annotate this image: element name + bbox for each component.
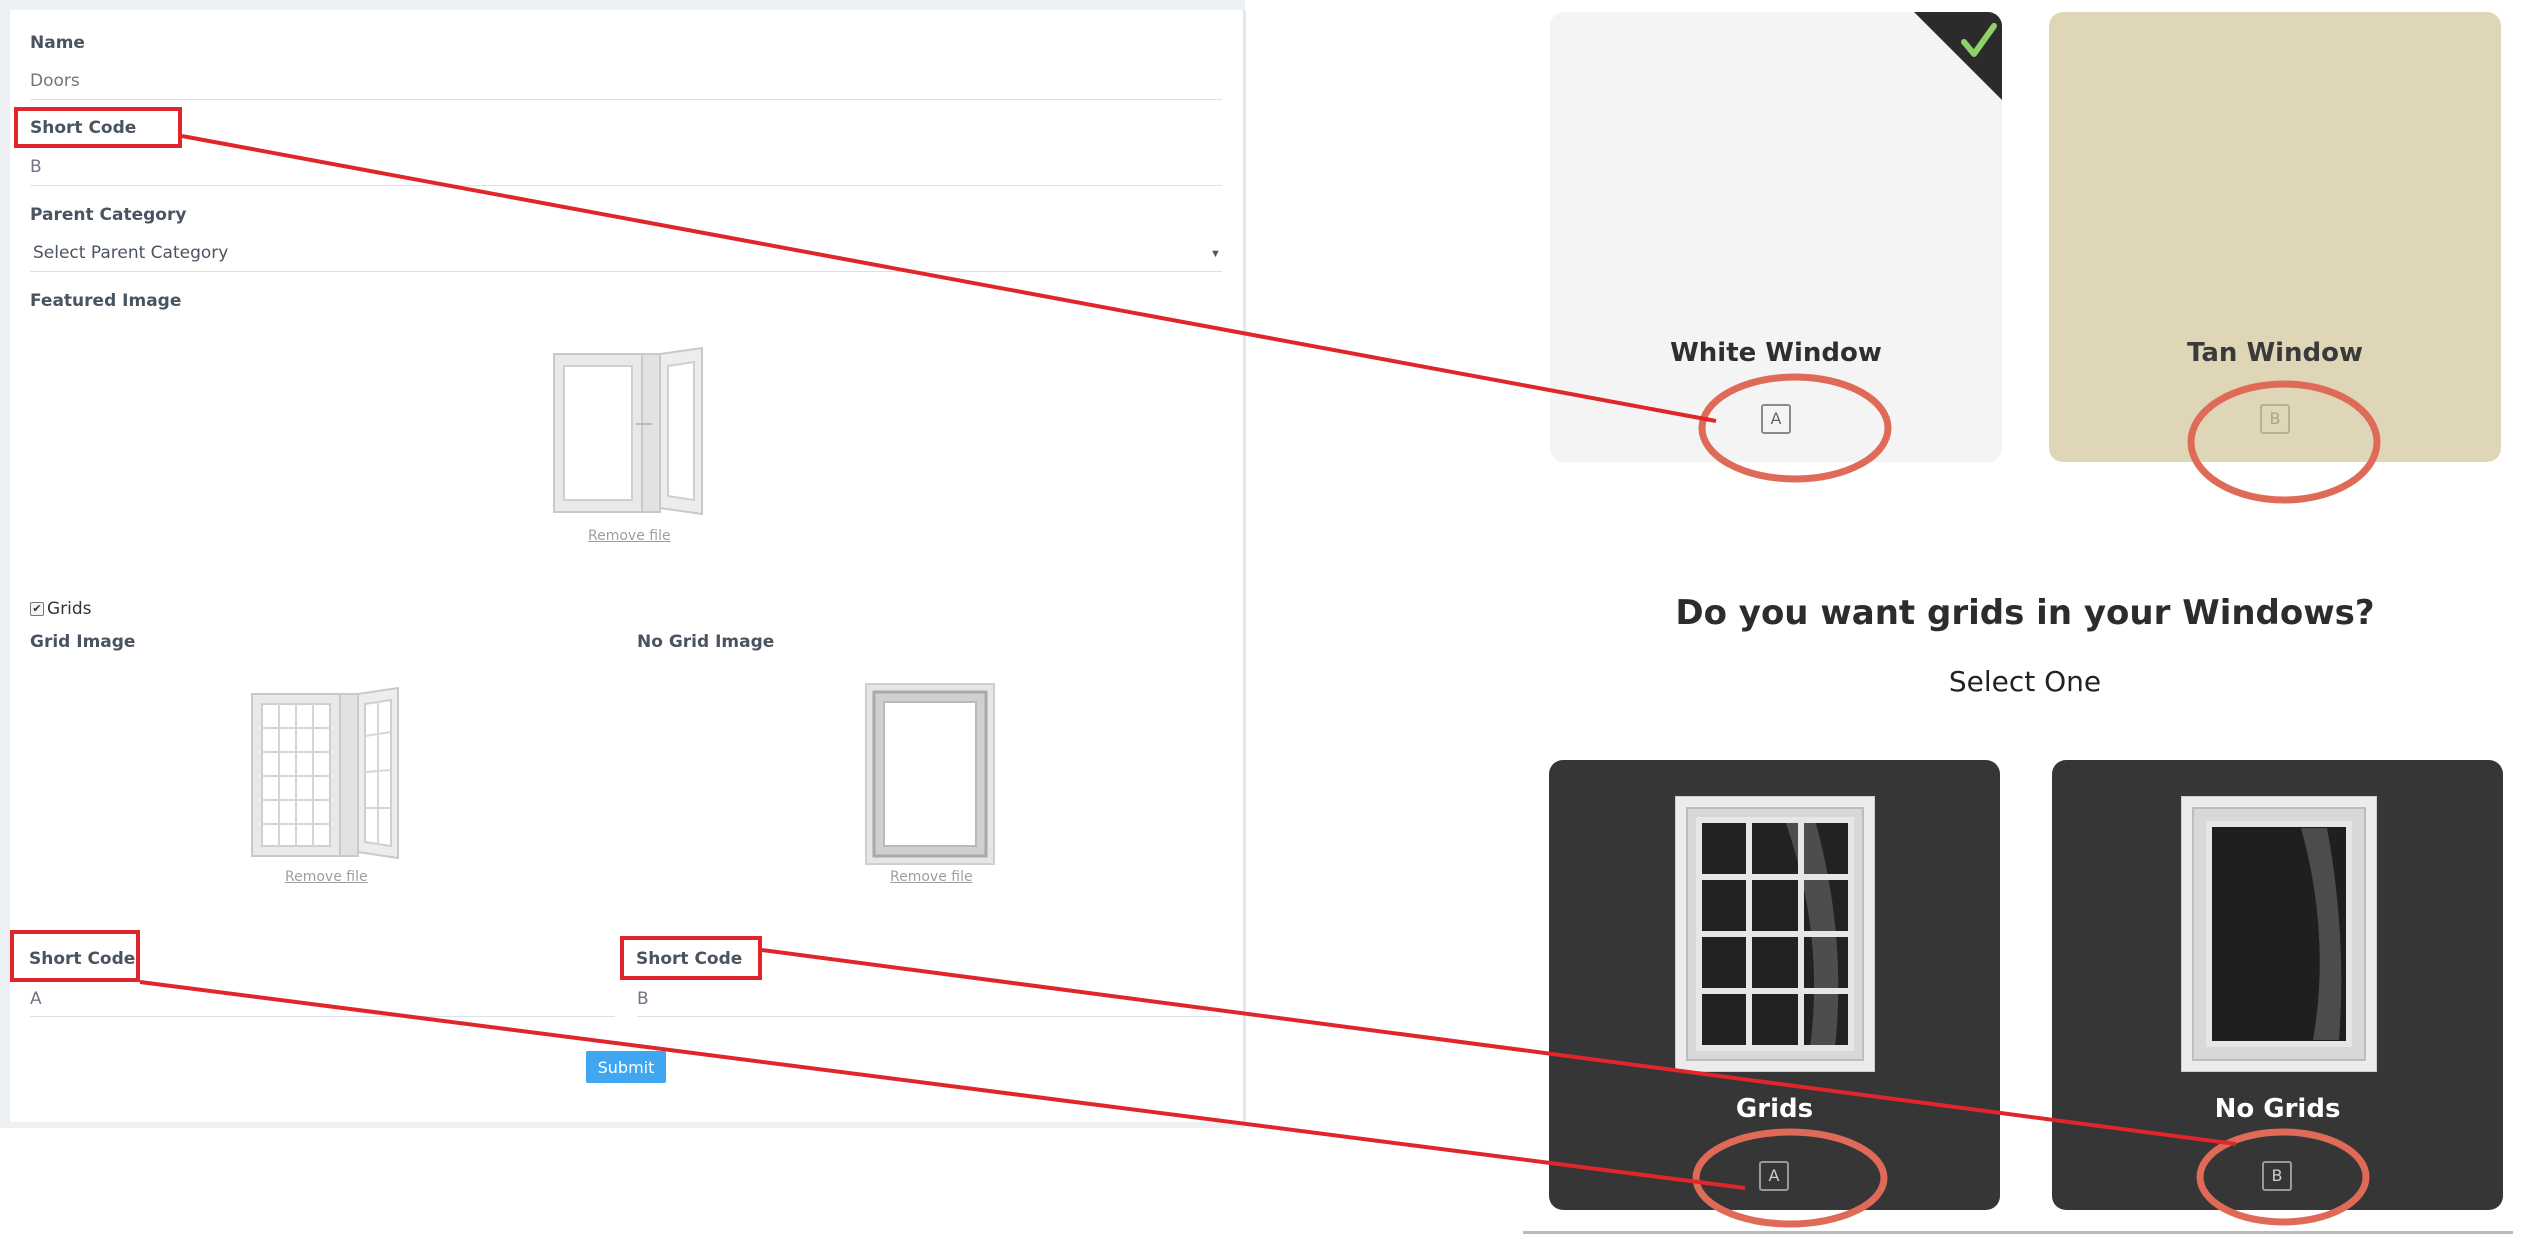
short-code-label: Short Code	[30, 118, 137, 138]
tan-window-title: Tan Window	[2186, 338, 2364, 368]
grids-checkbox[interactable]: ✔	[30, 602, 44, 616]
tan-window-option[interactable]: Tan Window B	[2049, 12, 2501, 462]
short-code-underline	[30, 185, 1222, 186]
grid-image-label: Grid Image	[30, 632, 136, 652]
grids-question-heading: Do you want grids in your Windows?	[1675, 593, 2375, 633]
white-window-option[interactable]: White Window A	[1550, 12, 2002, 462]
grids-checkbox-label: Grids	[47, 599, 92, 619]
name-label: Name	[30, 33, 85, 53]
no-grid-window-image	[865, 683, 995, 865]
grids-code-badge: A	[1759, 1161, 1789, 1191]
featured-image-label: Featured Image	[30, 291, 182, 311]
grid-remove-file-link[interactable]: Remove file	[285, 869, 368, 885]
select-one-subtitle: Select One	[1948, 665, 2102, 698]
grid-short-code-underline	[30, 1016, 615, 1017]
no-grid-remove-file-link[interactable]: Remove file	[890, 869, 973, 885]
grid-door-image	[251, 686, 399, 860]
category-form-panel: Name Doors Short Code B Parent Category …	[0, 0, 1246, 1128]
grids-option[interactable]: Grids A	[1549, 760, 2000, 1210]
chevron-down-icon[interactable]: ▼	[1210, 248, 1221, 260]
grid-short-code-input[interactable]: A	[30, 989, 42, 1009]
no-grid-image-label: No Grid Image	[637, 632, 775, 652]
no-grid-short-code-label: Short Code	[636, 949, 743, 969]
short-code-input[interactable]: B	[30, 157, 42, 177]
preview-bottom-divider	[1523, 1231, 2513, 1234]
name-input[interactable]: Doors	[30, 71, 80, 91]
no-grid-window-preview-image	[2181, 796, 2377, 1072]
grid-window-image	[1675, 796, 1875, 1072]
parent-category-label: Parent Category	[30, 205, 187, 225]
submit-button[interactable]: Submit	[586, 1051, 666, 1083]
no-grid-short-code-underline	[637, 1016, 1222, 1017]
tan-window-code-badge: B	[2260, 404, 2290, 434]
no-grids-option[interactable]: No Grids B	[2052, 760, 2503, 1210]
grid-short-code-label: Short Code	[29, 949, 136, 969]
no-grids-code-badge: B	[2262, 1161, 2292, 1191]
name-underline	[30, 99, 1222, 100]
white-window-title: White Window	[1670, 338, 1882, 368]
check-icon	[1914, 12, 2002, 100]
featured-door-image	[553, 346, 703, 516]
parent-category-underline	[30, 271, 1222, 272]
featured-remove-file-link[interactable]: Remove file	[588, 528, 671, 544]
no-grid-short-code-input[interactable]: B	[637, 989, 649, 1009]
parent-category-select[interactable]: Select Parent Category	[33, 243, 228, 263]
white-window-code-badge: A	[1761, 404, 1791, 434]
grids-title: Grids	[1735, 1094, 1814, 1124]
no-grids-title: No Grids	[2214, 1094, 2341, 1124]
